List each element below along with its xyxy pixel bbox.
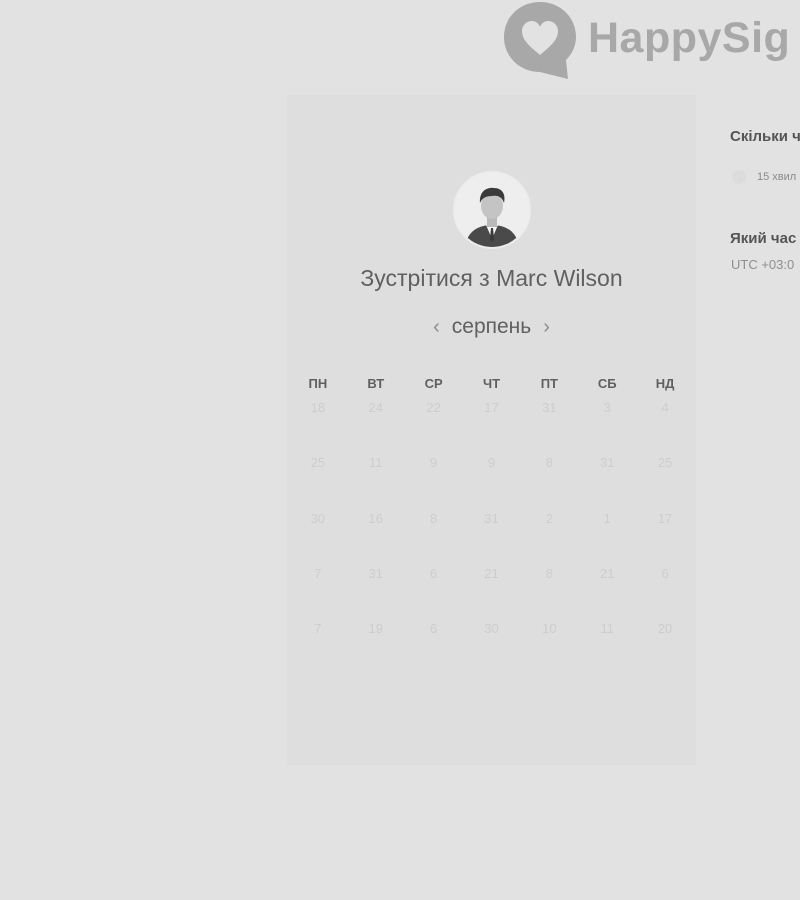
duration-option-label: 15 хвил (757, 171, 797, 183)
weekday-label: ПТ (540, 376, 558, 391)
calendar-day: 21 (484, 565, 499, 581)
calendar-day: 19 (368, 621, 383, 637)
radio-button[interactable] (732, 170, 746, 184)
calendar-day: 17 (657, 510, 673, 526)
page: HappySig Зустрітися з Marc Wilson ‹ серп… (0, 0, 800, 900)
calendar-day: 20 (657, 621, 673, 637)
calendar-day: 16 (368, 510, 383, 526)
calendar-day: 24 (368, 400, 383, 415)
weekday-label: ПН (308, 376, 328, 391)
weekday-label: СР (424, 376, 443, 391)
happysig-logo[interactable]: HappySig (502, 0, 790, 80)
avatar (453, 171, 531, 249)
chevron-left-icon[interactable]: ‹ (421, 316, 452, 339)
weekday-header: ПН ВТ СР ЧТ ПТ СБ НД (289, 376, 694, 391)
month-label: серпень (451, 315, 532, 338)
calendar-day: 31 (368, 565, 383, 581)
day-grid: 18 24 22 17 31 3 4 25 11 9 9 8 31 25 30 … (289, 400, 694, 676)
duration-question: Скільки ч (730, 128, 800, 145)
calendar-day: 11 (369, 455, 383, 471)
month-navigator: ‹ серпень › (287, 315, 696, 339)
calendar-day: 31 (599, 455, 615, 471)
meeting-title: Зустрітися з Marc Wilson (360, 265, 623, 291)
calendar-day: 31 (484, 510, 499, 526)
calendar-day: 18 (310, 400, 326, 415)
calendar-day: 22 (426, 400, 441, 415)
calendar-day: 25 (310, 455, 326, 471)
calendar-day: 6 (661, 565, 669, 581)
calendar-day: 17 (484, 400, 499, 415)
calendar-day: 6 (430, 565, 438, 581)
calendar-day: 31 (542, 400, 557, 415)
calendar-day: 11 (600, 621, 614, 637)
duration-option[interactable]: 15 хвил (732, 170, 796, 184)
calendar-day: 8 (545, 565, 553, 581)
booking-calendar-panel: Зустрітися з Marc Wilson ‹ серпень › ПН … (287, 95, 696, 765)
weekday-label: НД (655, 376, 675, 391)
calendar-day: 9 (487, 455, 496, 471)
person-photo (455, 173, 529, 247)
calendar-day: 4 (661, 400, 669, 415)
weekday-label: ЧТ (482, 376, 501, 391)
calendar-day: 10 (542, 621, 557, 637)
timezone-label[interactable]: UTC +03:0 (731, 257, 794, 272)
calendar-day: 6 (430, 621, 438, 637)
calendar-day: 30 (484, 621, 499, 637)
calendar-day: 3 (603, 400, 611, 415)
calendar-day: 25 (657, 455, 673, 471)
logo-text: HappySig (588, 13, 791, 62)
calendar-day: 7 (314, 621, 322, 637)
time-question: Який час (730, 230, 797, 247)
chevron-right-icon[interactable]: › (531, 316, 562, 339)
weekday-label: СБ (597, 376, 617, 391)
calendar-day: 8 (545, 455, 553, 471)
calendar-day: 2 (545, 510, 553, 526)
calendar-day: 21 (599, 565, 615, 581)
calendar-day: 8 (430, 510, 438, 526)
heart-speech-bubble-icon (504, 2, 576, 79)
calendar-day: 30 (310, 510, 326, 526)
calendar-day: 7 (314, 565, 322, 581)
calendar-day: 9 (430, 455, 438, 471)
weekday-label: ВТ (367, 376, 385, 391)
calendar-day: 1 (603, 510, 611, 526)
